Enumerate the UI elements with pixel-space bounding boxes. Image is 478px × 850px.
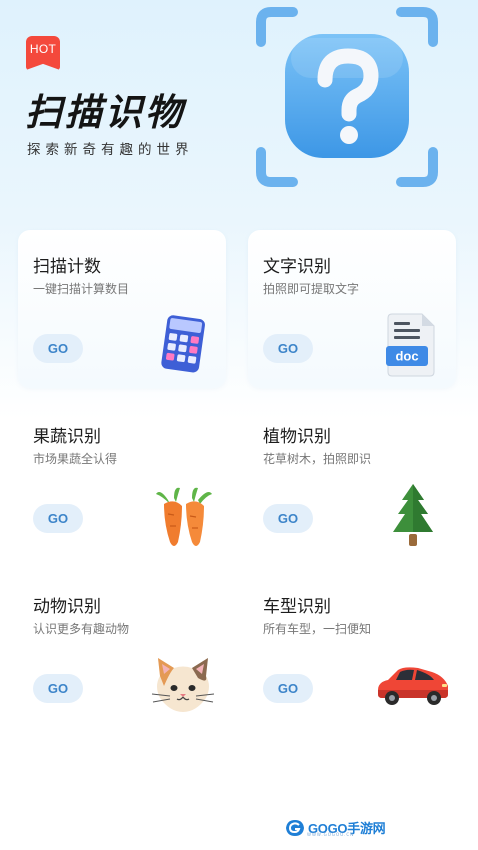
question-mark-scan-icon[interactable] <box>253 4 441 190</box>
card-description: 一键扫描计算数目 <box>33 282 130 296</box>
card-animal-recognition[interactable]: 动物识别 认识更多有趣动物 GO <box>18 570 226 728</box>
doc-label: doc <box>395 349 418 364</box>
card-description: 市场果蔬全认得 <box>33 452 118 466</box>
card-title: 植物识别 <box>263 427 331 447</box>
hot-badge: HOT <box>26 36 60 70</box>
page-title: 扫描识物 <box>25 91 185 134</box>
go-button[interactable]: GO <box>33 504 83 533</box>
card-text-recognition[interactable]: 文字识别 拍照即可提取文字 GO doc <box>248 230 456 388</box>
card-vegetable-recognition[interactable]: 果蔬识别 市场果蔬全认得 GO <box>18 400 226 558</box>
page-subtitle: 探索新奇有趣的世界 <box>27 142 194 158</box>
go-button[interactable]: GO <box>33 334 83 363</box>
card-title: 动物识别 <box>33 597 101 617</box>
card-scan-count[interactable]: 扫描计数 一键扫描计算数目 GO <box>18 230 226 388</box>
pine-tree-icon <box>393 484 433 546</box>
document-doc-icon: doc <box>386 313 435 377</box>
calculator-icon <box>161 315 205 373</box>
card-title: 果蔬识别 <box>33 427 101 447</box>
card-description: 拍照即可提取文字 <box>263 282 360 296</box>
watermark: GOGO手游网 WWW.GOGOO.CN <box>285 818 386 837</box>
card-description: 花草树木，拍照即识 <box>263 452 372 466</box>
card-car-recognition[interactable]: 车型识别 所有车型，一扫便知 GO <box>248 570 456 728</box>
watermark-url: WWW.GOGOO.CN <box>307 832 355 837</box>
card-title: 扫描计数 <box>33 257 101 277</box>
card-title: 车型识别 <box>263 597 331 617</box>
cat-icon <box>151 658 215 712</box>
carrot-icon <box>156 487 212 546</box>
go-button[interactable]: GO <box>263 504 313 533</box>
car-icon <box>378 667 448 705</box>
go-button[interactable]: GO <box>263 334 313 363</box>
gogo-logo-icon <box>286 819 304 836</box>
go-button[interactable]: GO <box>263 674 313 703</box>
go-button[interactable]: GO <box>33 674 83 703</box>
card-title: 文字识别 <box>263 257 331 277</box>
card-description: 认识更多有趣动物 <box>33 622 130 636</box>
card-description: 所有车型，一扫便知 <box>263 622 372 636</box>
card-plant-recognition[interactable]: 植物识别 花草树木，拍照即识 GO <box>248 400 456 558</box>
